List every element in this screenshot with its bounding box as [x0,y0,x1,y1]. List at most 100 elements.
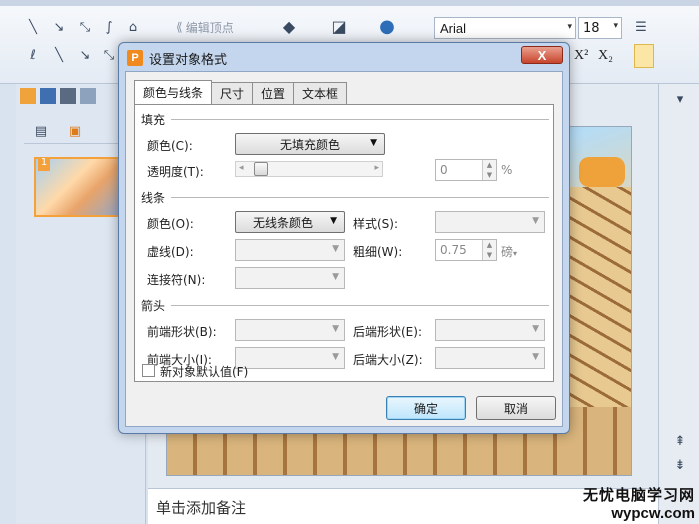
quick-access-row [20,88,96,104]
close-button[interactable]: X [521,46,563,64]
print-icon[interactable] [60,88,76,104]
weight-value: 0.75 [440,243,467,257]
slider-thumb[interactable] [254,162,268,176]
divider [171,197,550,198]
transparency-slider[interactable]: ◂ ▸ [235,161,383,177]
freeform-tool-icon[interactable]: ⌂ [124,18,142,36]
dash-select[interactable]: ▼ [235,239,345,261]
notes-pane[interactable]: 单击添加备注 [148,488,658,524]
arrows-section-header: 箭头 [141,297,550,314]
font-name-select[interactable]: Arial ▾ [434,17,576,39]
weight-input[interactable]: 0.75 ▲ ▼ [435,239,497,261]
curve-tool-icon[interactable]: ∫ [100,18,118,36]
chevron-down-icon: ▼ [532,216,539,226]
chevron-down-icon: ▾ [513,249,518,258]
cancel-button-label: 取消 [503,401,528,416]
shape-effect-icon[interactable]: ● [378,16,396,37]
slider-right-arrow-icon[interactable]: ▸ [374,163,379,173]
connector-select[interactable]: ▼ [235,267,345,289]
preview-icon[interactable] [80,88,96,104]
line-section-header: 线条 [141,189,550,206]
chevron-down-icon: ▼ [332,272,339,282]
dialog-body: 颜色与线条 尺寸 位置 文本框 填充 颜色(C): 无填充颜色 ▼ 透明度(T)… [125,71,563,427]
line-color-icon[interactable]: ◪ [330,17,348,36]
tab-textbox[interactable]: 文本框 [293,82,348,104]
dash-label: 虚线(D): [147,245,194,259]
edit-vertex-label: 编辑顶点 [185,20,234,35]
scroll-up-icon[interactable]: ⇞ [671,432,689,450]
fill-bucket-icon[interactable]: ◆ [280,17,298,36]
edit-vertex-button[interactable]: ⟪ 编辑顶点 [176,17,268,37]
end-style-select[interactable]: ▼ [435,319,545,341]
slides-tab-icon[interactable]: ▣ [66,122,84,140]
end-size-label: 后端大小(Z): [353,353,423,367]
double-arrow-tool-icon[interactable]: ⤡ [76,18,94,36]
list-icon[interactable]: ☰ [632,18,650,36]
superscript-button[interactable]: X² [574,48,588,64]
watermark: 无忧电脑学习网 wypcw.com [583,484,695,522]
font-size-value: 18 [583,20,600,36]
line-color-value: 无线条颜色 [252,215,313,230]
begin-style-select[interactable]: ▼ [235,319,345,341]
ok-button[interactable]: 确定 [386,396,466,420]
arrow-line-tool-icon[interactable]: ↘ [50,18,68,36]
chevron-down-icon: ▼ [532,324,539,334]
notes-placeholder: 单击添加备注 [156,499,247,517]
default-checkbox-label: 新对象默认值(F) [160,365,249,379]
slide-number: 1 [38,157,50,171]
spinner-arrows-icon[interactable]: ▲ ▼ [482,160,496,180]
end-style-label: 后端形状(E): [353,325,422,339]
tab-position[interactable]: 位置 [252,82,295,104]
fill-color-value: 无填充颜色 [279,137,340,152]
divider [171,119,550,120]
watermark-line2: wypcw.com [611,505,695,522]
slide-picture-roof [561,187,631,407]
weight-unit-dropdown[interactable]: 磅▾ [501,243,517,260]
panel-menu-icon[interactable]: ▾ [671,90,689,108]
elbow-connector-icon[interactable]: ↘ [76,46,94,64]
chevron-down-icon: ▼ [330,216,337,226]
font-size-select[interactable]: 18 ▾ [578,17,622,39]
fill-section-header: 填充 [141,111,550,128]
ok-button-label: 确定 [413,401,438,416]
slider-left-arrow-icon[interactable]: ◂ [239,163,244,173]
chevron-down-icon: ▼ [332,244,339,254]
line-tool-icon[interactable]: ╲ [24,18,42,36]
curved-connector-icon[interactable]: ⤡ [100,46,118,64]
font-name-value: Arial [440,20,467,36]
subscript-button[interactable]: X₂ [598,48,613,64]
line-style-select[interactable]: ▼ [435,211,545,233]
transparency-input[interactable]: 0 ▲ ▼ [435,159,497,181]
tab-colors-lines[interactable]: 颜色与线条 [134,80,213,104]
ribbon-top-strip [0,0,699,6]
end-size-select[interactable]: ▼ [435,347,545,369]
connector-tool-icon[interactable]: ╲ [50,46,68,64]
chevron-down-icon: ▼ [370,138,377,148]
dialog-titlebar[interactable]: P 设置对象格式 X [119,43,569,71]
folder-icon[interactable] [20,88,36,104]
spinner-arrows-icon[interactable]: ▲ ▼ [482,240,496,260]
default-checkbox[interactable] [142,364,155,377]
line-color-dropdown[interactable]: 无线条颜色 ▼ [235,211,345,233]
scroll-down-icon[interactable]: ⇟ [671,456,689,474]
tab-size[interactable]: 尺寸 [211,82,254,104]
line-color-label: 颜色(O): [147,217,194,231]
dialog-title: 设置对象格式 [149,53,228,68]
outline-tab-icon[interactable]: ▤ [32,122,50,140]
save-icon[interactable] [40,88,56,104]
chevron-down-icon: ▼ [332,324,339,334]
app-logo-icon: P [127,50,143,66]
chevron-down-icon: ▾ [613,21,618,31]
transparency-unit: % [501,163,513,177]
fill-color-dropdown[interactable]: 无填充颜色 ▼ [235,133,385,155]
line-style-label: 样式(S): [353,217,399,231]
chevron-down-icon: ▾ [567,21,572,31]
fill-color-label: 颜色(C): [147,139,193,153]
fill-section-title: 填充 [141,113,166,127]
scribble-tool-icon[interactable]: ℓ [24,46,42,64]
cancel-button[interactable]: 取消 [476,396,556,420]
begin-size-select[interactable]: ▼ [235,347,345,369]
right-scroll-panel: ▾ ⇞ ⇟ [658,84,699,524]
align-left-button[interactable] [634,44,654,68]
arrows-section-title: 箭头 [141,299,166,313]
